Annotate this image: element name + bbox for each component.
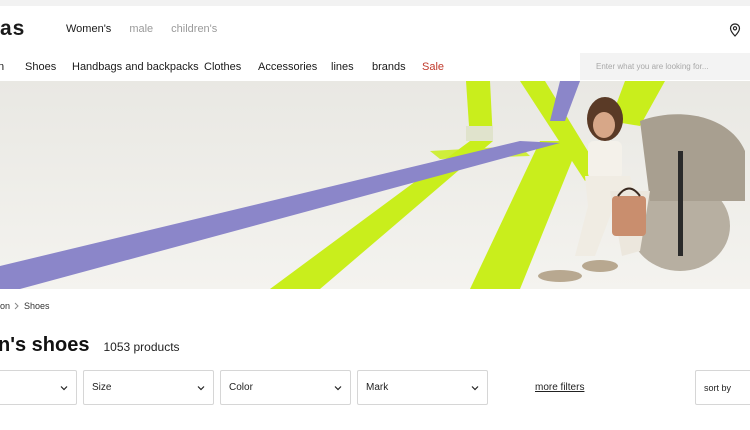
sort-label: sort by (704, 383, 732, 393)
sort-dropdown[interactable]: sort by (695, 370, 750, 405)
map-pin-icon[interactable] (729, 23, 741, 37)
brand-logo[interactable]: as (0, 17, 25, 41)
category-item-lines[interactable]: lines (331, 61, 372, 73)
breadcrumb: ion Shoes (0, 301, 50, 311)
site-header: as Women's male children's (0, 6, 750, 50)
category-item-partial[interactable]: n (0, 61, 25, 73)
category-item-clothes[interactable]: Clothes (204, 61, 258, 73)
listing-header: n's shoes 1053 products (0, 334, 180, 357)
filter-label-size: Size (92, 382, 112, 393)
page-title: n's shoes (0, 334, 90, 356)
breadcrumb-item-parent[interactable]: ion (0, 301, 10, 311)
more-filters-link[interactable]: more filters (535, 382, 584, 393)
chevron-down-icon (60, 386, 68, 391)
category-item-sale[interactable]: Sale (422, 61, 444, 73)
chevron-right-icon (14, 302, 19, 310)
chevron-down-icon (471, 386, 479, 391)
hero-image (0, 81, 750, 289)
chevron-down-icon (197, 386, 205, 391)
category-list: n Shoes Handbags and backpacks Clothes A… (0, 61, 444, 73)
tab-childrens[interactable]: children's (171, 23, 217, 35)
tab-womens[interactable]: Women's (66, 23, 111, 35)
search-box (580, 53, 750, 80)
category-item-accessories[interactable]: Accessories (258, 61, 331, 73)
filter-label-color: Color (229, 382, 253, 393)
filter-dropdown-first[interactable] (0, 370, 77, 405)
category-nav: n Shoes Handbags and backpacks Clothes A… (0, 52, 750, 82)
chevron-down-icon (334, 386, 342, 391)
filter-bar: Size Color Mark more filters sort by (0, 370, 750, 406)
tab-male[interactable]: male (129, 23, 153, 35)
hero-banner[interactable] (0, 81, 750, 289)
gender-nav: Women's male children's (66, 23, 217, 35)
filter-dropdown-size[interactable]: Size (83, 370, 214, 405)
breadcrumb-item-current: Shoes (24, 301, 50, 311)
filter-dropdown-mark[interactable]: Mark (357, 370, 488, 405)
filter-dropdown-color[interactable]: Color (220, 370, 351, 405)
filter-label-mark: Mark (366, 382, 389, 393)
category-item-shoes[interactable]: Shoes (25, 61, 72, 73)
category-item-brands[interactable]: brands (372, 61, 422, 73)
category-item-handbags[interactable]: Handbags and backpacks (72, 61, 204, 73)
search-input[interactable] (580, 53, 750, 80)
product-count: 1053 products (103, 340, 180, 354)
